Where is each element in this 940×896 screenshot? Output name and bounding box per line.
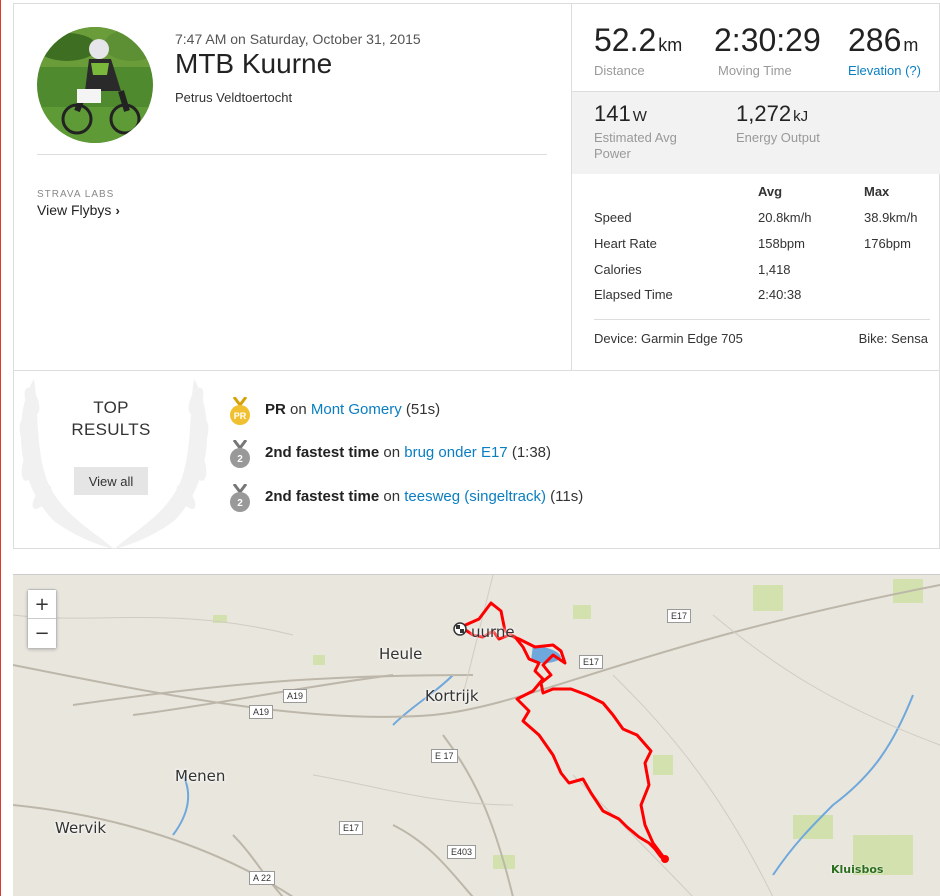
result-time: (1:38) bbox=[511, 444, 552, 461]
top-results-title-line2: RESULTS bbox=[71, 420, 151, 439]
svg-text:PR: PR bbox=[234, 411, 247, 421]
distance-value: 52.2 bbox=[594, 22, 657, 58]
activity-header: 7:47 AM on Saturday, October 31, 2015 MT… bbox=[14, 4, 571, 370]
zoom-control: + − bbox=[27, 589, 57, 649]
primary-stats: 52.2 km Distance 2:30:29 Moving Time 286 m… bbox=[572, 4, 940, 92]
distance-stat: 52.2 km Distance bbox=[594, 24, 682, 78]
energy-value: 1,272 bbox=[736, 101, 792, 126]
segment-link[interactable]: teesweg (singeltrack) bbox=[404, 488, 546, 505]
map-city-label: Heule bbox=[379, 645, 423, 663]
result-on: on bbox=[383, 488, 401, 505]
energy-stat: 1,272 kJ Energy Output bbox=[736, 103, 846, 146]
view-flybys-label: View Flybys bbox=[37, 202, 112, 218]
view-all-button[interactable]: View all bbox=[74, 467, 148, 495]
strava-labs-label: STRAVA LABS bbox=[37, 189, 115, 200]
segment-link[interactable]: brug onder E17 bbox=[404, 444, 507, 461]
row-avg: 1,418 bbox=[758, 262, 791, 277]
route-start-flag-icon bbox=[453, 622, 467, 636]
route-end-marker bbox=[661, 855, 669, 863]
result-achievement: 2nd fastest time bbox=[265, 444, 380, 461]
secondary-stats: 141 W Estimated Avg Power 1,272 kJ Energy … bbox=[572, 92, 940, 174]
result-achievement: 2nd fastest time bbox=[265, 488, 380, 505]
row-label: Calories bbox=[594, 262, 642, 277]
activity-subtitle: Petrus Veldtoertocht bbox=[175, 90, 293, 105]
distance-unit: km bbox=[658, 35, 683, 55]
elevation-value: 286 bbox=[848, 22, 902, 58]
map-park-label: Kluisbos bbox=[831, 863, 884, 876]
power-stat: 141 W Estimated Avg Power bbox=[594, 103, 704, 162]
energy-unit: kJ bbox=[793, 108, 809, 125]
svg-text:2: 2 bbox=[237, 498, 243, 509]
moving-time-value: 2:30:29 bbox=[714, 22, 821, 58]
top-results-card: TOP RESULTS View all PR PR on Mont Gomer… bbox=[13, 371, 940, 549]
svg-text:2: 2 bbox=[237, 454, 243, 465]
avg-header: Avg bbox=[758, 184, 783, 199]
road-badge: A19 bbox=[249, 705, 274, 719]
zoom-in-button[interactable]: + bbox=[28, 590, 56, 619]
power-value: 141 bbox=[594, 101, 631, 126]
moving-time-label: Moving Time bbox=[718, 63, 792, 78]
road-badge: E17 bbox=[667, 609, 692, 623]
road-badge: A19 bbox=[283, 689, 308, 703]
distance-label: Distance bbox=[594, 63, 645, 78]
energy-label: Energy Output bbox=[736, 130, 820, 145]
athlete-avatar[interactable] bbox=[37, 27, 153, 143]
device-info: Device: Garmin Edge 705 bbox=[594, 331, 743, 346]
view-flybys-link[interactable]: View Flybys › bbox=[37, 202, 120, 218]
power-label: Estimated Avg Power bbox=[594, 130, 677, 161]
elevation-unit: m bbox=[903, 35, 919, 55]
result-on: on bbox=[383, 444, 401, 461]
row-label: Speed bbox=[594, 210, 632, 225]
route-map[interactable]: + − Heule Kortrijk Menen Wervik uurne E1… bbox=[13, 574, 940, 896]
row-avg: 158bpm bbox=[758, 236, 805, 251]
top-results-title-line1: TOP bbox=[93, 398, 129, 417]
result-time: (51s) bbox=[405, 401, 441, 418]
map-city-label: Kortrijk bbox=[425, 687, 479, 705]
chevron-right-icon: › bbox=[115, 203, 120, 218]
map-city-label: Wervik bbox=[55, 819, 107, 837]
elevation-stat: 286 m Elevation (?) bbox=[848, 24, 921, 78]
result-on: on bbox=[290, 401, 307, 418]
segment-link[interactable]: Mont Gomery bbox=[311, 401, 402, 418]
road-badge: E 17 bbox=[431, 749, 458, 763]
road-badge: E17 bbox=[579, 655, 604, 669]
road-badge: E17 bbox=[339, 821, 364, 835]
header-divider bbox=[37, 154, 547, 155]
silver-medal-icon: 2 bbox=[230, 484, 250, 512]
result-time: (11s) bbox=[550, 488, 584, 505]
zoom-out-button[interactable]: − bbox=[28, 619, 56, 648]
stats-panel: 52.2 km Distance 2:30:29 Moving Time 286 m… bbox=[571, 4, 940, 370]
top-results-title: TOP RESULTS bbox=[54, 397, 168, 441]
elevation-help-link[interactable]: Elevation (?) bbox=[848, 63, 921, 78]
activity-title: MTB Kuurne bbox=[175, 48, 333, 79]
road-badge: E403 bbox=[447, 845, 477, 859]
bike-info: Bike: Sensa bbox=[858, 331, 928, 346]
power-unit: W bbox=[632, 108, 647, 125]
silver-medal-icon: 2 bbox=[230, 440, 250, 468]
row-max: 176bpm bbox=[864, 236, 911, 251]
max-header: Max bbox=[864, 184, 890, 199]
row-avg: 20.8km/h bbox=[758, 210, 812, 225]
map-city-label: uurne bbox=[471, 623, 515, 641]
activity-datetime: 7:47 AM on Saturday, October 31, 2015 bbox=[175, 31, 421, 47]
activity-summary-card: 7:47 AM on Saturday, October 31, 2015 MT… bbox=[13, 3, 940, 371]
row-label: Elapsed Time bbox=[594, 287, 673, 302]
device-divider bbox=[594, 319, 930, 320]
row-label: Heart Rate bbox=[594, 236, 657, 251]
map-city-label: Menen bbox=[175, 767, 226, 785]
row-max: 38.9km/h bbox=[864, 210, 918, 225]
result-achievement: PR bbox=[265, 401, 286, 418]
moving-time-stat: 2:30:29 Moving Time bbox=[714, 24, 821, 78]
route-line bbox=[459, 601, 667, 861]
road-badge: A 22 bbox=[249, 871, 276, 885]
row-avg: 2:40:38 bbox=[758, 287, 802, 302]
pr-medal-icon: PR bbox=[230, 397, 250, 425]
